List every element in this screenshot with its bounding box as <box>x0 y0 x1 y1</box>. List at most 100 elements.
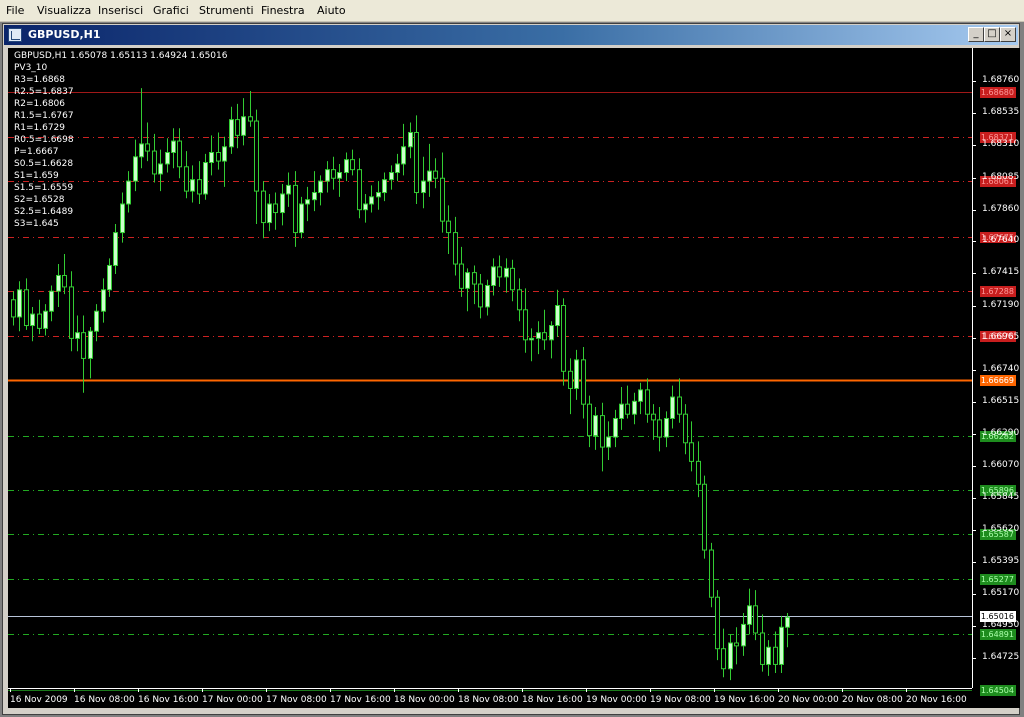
candle-body-bear <box>773 646 778 665</box>
candle <box>158 149 163 192</box>
menu-aiuto[interactable]: Aiuto <box>317 4 346 17</box>
candle <box>696 441 701 498</box>
level-price-tag: 1.66669 <box>980 374 1016 386</box>
candle <box>593 407 598 450</box>
candle <box>619 387 624 430</box>
candle <box>600 402 605 472</box>
candle-body-bear <box>62 274 67 288</box>
menu-visualizza[interactable]: Visualizza <box>37 4 91 17</box>
menu-grafici[interactable]: Grafici <box>153 4 189 17</box>
candle-body-bull <box>241 116 246 136</box>
pivot-level-label: S2.5=1.6489 <box>14 207 74 217</box>
candle-body-bull <box>209 151 214 164</box>
candle <box>491 258 496 296</box>
menu-finestra[interactable]: Finestra <box>261 4 305 17</box>
candle <box>222 136 227 187</box>
candle-body-bull <box>549 325 554 341</box>
candle-body-bull <box>779 626 784 665</box>
candle-body-bear <box>645 389 650 415</box>
price-axis-label: 1.66070 <box>982 459 1020 470</box>
candle <box>88 326 93 379</box>
candle <box>209 135 214 176</box>
pivot-level-label: R2.5=1.6837 <box>14 87 74 97</box>
candle-body-bear <box>357 169 362 211</box>
candle-body-bull <box>165 151 170 165</box>
candle <box>229 106 234 154</box>
candle-body-bull <box>728 642 733 670</box>
candle <box>254 109 259 224</box>
price-axis-label: 1.67860 <box>982 203 1020 214</box>
candle-body-bull <box>785 616 790 628</box>
time-axis-label: 17 Nov 08:00 <box>266 695 327 705</box>
candle-body-bear <box>293 184 298 234</box>
candle <box>139 88 144 169</box>
time-axis-label: 16 Nov 2009 <box>10 695 68 705</box>
candle-body-bull <box>113 232 118 266</box>
candle-body-bear <box>472 272 477 285</box>
candle <box>389 165 394 190</box>
price-axis-label: 1.65170 <box>982 588 1020 599</box>
candle <box>376 181 381 210</box>
candle-body-bull <box>17 289 22 318</box>
candle <box>312 171 317 212</box>
candle-body-bear <box>753 605 758 634</box>
candle-body-bull <box>536 332 541 339</box>
time-axis-label: 19 Nov 00:00 <box>586 695 647 705</box>
price-axis-label: 1.67640 <box>982 235 1020 246</box>
candle-body-bear <box>248 116 253 122</box>
candle-body-bull <box>299 203 304 234</box>
candle <box>299 196 304 239</box>
window-titlebar[interactable]: GBPUSD,H1 _ □ × <box>4 25 1018 45</box>
candle <box>433 158 438 189</box>
candle-body-bear <box>440 177 445 222</box>
menu-file[interactable]: File <box>6 4 24 17</box>
candle <box>293 171 298 247</box>
candle <box>536 321 541 355</box>
candle <box>715 590 720 661</box>
candle <box>664 411 669 448</box>
candle-body-bear <box>600 415 605 448</box>
price-axis-label: 1.66290 <box>982 428 1020 439</box>
candle <box>24 278 29 330</box>
candle-body-bear <box>721 648 726 670</box>
candle-body-bull <box>318 180 323 194</box>
candle <box>133 139 138 192</box>
candle <box>555 289 560 337</box>
candle-body-bear <box>561 305 566 372</box>
menu-inserisci[interactable]: Inserisci <box>98 4 143 17</box>
price-chart[interactable]: GBPUSD,H1 1.65078 1.65113 1.64924 1.6501… <box>8 48 1020 708</box>
candle-body-bull <box>305 199 310 205</box>
menu-strumenti[interactable]: Strumenti <box>199 4 254 17</box>
candle-body-bull <box>613 417 618 438</box>
candle <box>101 278 106 323</box>
candle-body-bull <box>126 180 131 205</box>
maximize-button[interactable]: □ <box>984 27 1000 42</box>
candle-body-bull <box>337 172 342 179</box>
level-price-tag: 1.67288 <box>980 285 1016 297</box>
window-title: GBPUSD,H1 <box>28 28 101 41</box>
minimize-button[interactable]: _ <box>968 27 984 42</box>
candle-body-bull <box>574 359 579 389</box>
pivot-level-label: R1.5=1.6767 <box>14 111 74 121</box>
pivot-level-label: P=1.6667 <box>14 147 59 157</box>
candle-body-bear <box>683 413 688 444</box>
menu-bar: File Visualizza Inserisci Grafici Strume… <box>0 0 1024 22</box>
candle-body-bear <box>523 309 528 341</box>
candle <box>197 161 202 204</box>
price-axis-label: 1.68310 <box>982 139 1020 150</box>
candle <box>510 259 515 302</box>
time-axis-label: 16 Nov 08:00 <box>74 695 135 705</box>
candle-body-bull <box>171 140 176 153</box>
time-axis-label: 20 Nov 08:00 <box>842 695 903 705</box>
candle-body-bear <box>497 266 502 278</box>
candle <box>574 349 579 400</box>
pivot-level-label: R1=1.6729 <box>14 123 66 133</box>
candle <box>145 122 150 162</box>
candle-body-bear <box>510 267 515 291</box>
candle <box>734 627 739 665</box>
candle <box>427 143 432 197</box>
candle-body-bear <box>216 151 221 162</box>
candle <box>69 271 74 352</box>
close-button[interactable]: × <box>1000 27 1016 42</box>
pivot-level-label: R3=1.6868 <box>14 75 66 85</box>
